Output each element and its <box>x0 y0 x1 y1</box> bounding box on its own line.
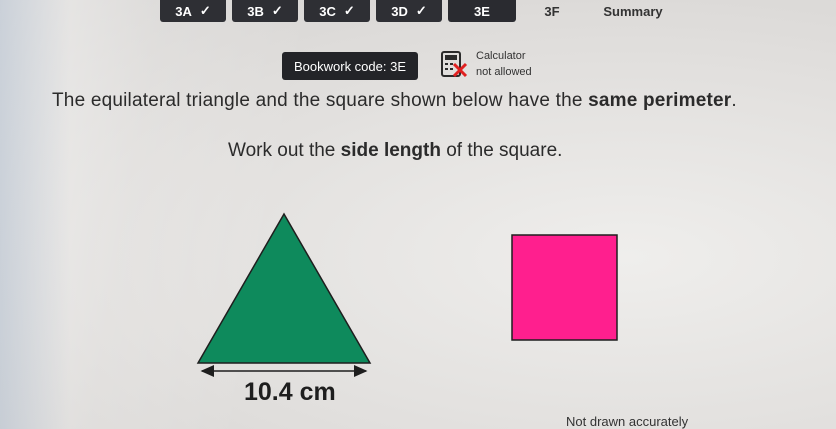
not-drawn-accurately-note: Not drawn accurately <box>566 414 689 429</box>
equilateral-triangle <box>196 212 372 364</box>
triangle-side-length-label: 10.4 cm <box>244 378 336 406</box>
shapes-diagram <box>196 212 618 377</box>
square <box>511 234 618 341</box>
